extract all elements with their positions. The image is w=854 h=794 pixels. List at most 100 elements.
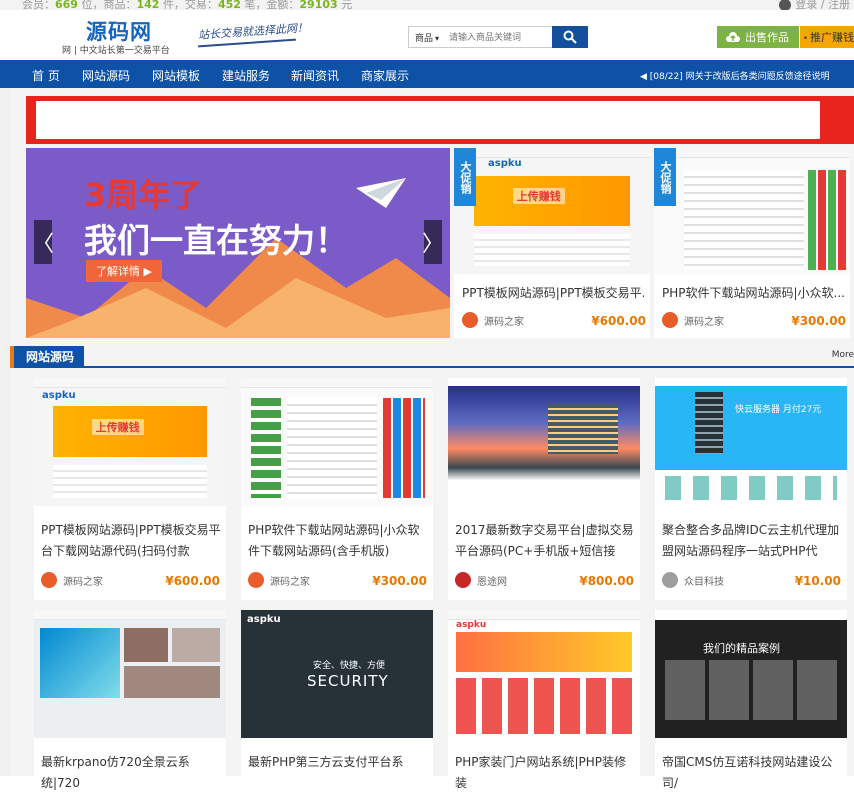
product-card[interactable]: aspku PHP家装门户网站系统|PHP装修装 <box>448 610 640 790</box>
thumb-header <box>241 378 433 388</box>
product-seller[interactable]: 源码之家 <box>248 572 310 588</box>
featured-title[interactable]: PHP软件下载站网站源码|小众软... <box>662 284 844 301</box>
thumb-aspku-logo: aspku <box>247 614 281 625</box>
nav-site-templates[interactable]: 网站模板 <box>152 67 200 84</box>
product-price: ¥10.00 <box>794 574 841 588</box>
cloud-upload-icon <box>726 32 740 42</box>
product-title[interactable]: 聚合整合多品牌IDC云主机代理加盟网站源码程序一站式PHP代 <box>662 520 842 562</box>
featured-title[interactable]: PPT模板网站源码|PPT模板交易平... <box>462 284 644 301</box>
thumb-security: SECURITY <box>307 672 389 690</box>
nav-news[interactable]: 新闻资讯 <box>291 67 339 84</box>
featured-seller[interactable]: 源码之家 <box>662 312 724 328</box>
search-input[interactable] <box>449 29 549 45</box>
thumb-header <box>448 610 640 620</box>
seller-avatar <box>248 572 264 588</box>
featured-seller[interactable]: 源码之家 <box>462 312 524 328</box>
slider-prev-arrow[interactable]: 〈 <box>32 220 54 264</box>
search-category-select[interactable]: 商品 <box>415 31 439 44</box>
product-card[interactable]: 我们的精品案例 帝国CMS仿互诺科技网站建设公司/ <box>655 610 847 790</box>
product-thumbnail: aspku 安全、快捷、方便 SECURITY <box>241 610 433 738</box>
thumb-header <box>655 610 847 620</box>
logo-subtitle: 网 | 中文站长第一交易平台 <box>62 46 170 56</box>
login-register-link[interactable]: 登录 / 注册 <box>779 0 850 10</box>
section-more-link[interactable]: More <box>832 350 854 360</box>
notice-ticker[interactable]: ◀ [08/22] 网关于改版后各类问题反馈途径说明 <box>640 69 830 82</box>
product-title[interactable]: 最新PHP第三方云支付平台系 <box>248 752 428 794</box>
thumb-pano-3 <box>172 628 220 662</box>
nav-build-services[interactable]: 建站服务 <box>222 67 270 84</box>
thumb-aspku-logo: aspku <box>488 158 522 169</box>
product-title[interactable]: PHP家装门户网站系统|PHP装修装 <box>455 752 635 794</box>
search-bar: 商品 <box>408 26 588 48</box>
featured-card[interactable]: 大促销 PHP软件下载站网站源码|小众软... 源码之家 ¥300.00 <box>654 148 850 338</box>
nav-merchants[interactable]: 商家展示 <box>361 67 409 84</box>
thumb-hero-text: 上传赚钱 <box>91 418 144 435</box>
featured-thumbnail: aspku 上传赚钱 大促销 <box>454 148 650 274</box>
speaker-icon: ◀ <box>640 72 650 82</box>
logo-text: 源码网 <box>86 19 152 44</box>
sell-work-label: 出售作品 <box>745 31 789 44</box>
nav-home[interactable]: 首 页 <box>32 67 60 84</box>
product-thumbnail <box>241 378 433 506</box>
notice-text: [08/22] 网关于改版后各类问题反馈途径说明 <box>649 72 830 82</box>
thumb-header <box>654 148 850 158</box>
product-card[interactable]: 快云服务器 月付27元 聚合整合多品牌IDC云主机代理加盟网站源码程序一站式PH… <box>655 378 847 600</box>
product-title[interactable]: 帝国CMS仿互诺科技网站建设公司/ <box>662 752 842 794</box>
seller-avatar <box>662 572 678 588</box>
product-title[interactable]: 最新krpano仿720全景云系统|720 <box>41 752 221 794</box>
thumb-security-cn: 安全、快捷、方便 <box>313 661 386 671</box>
product-price: ¥800.00 <box>579 574 634 588</box>
section-title: 网站源码 <box>10 346 85 368</box>
ad-banner[interactable] <box>26 96 854 144</box>
product-card[interactable]: 2017最新数字交易平台|虚拟交易平台源码(PC+手机版+短信接 恩途网 ¥80… <box>448 378 640 600</box>
user-icon <box>779 0 792 10</box>
featured-card[interactable]: aspku 上传赚钱 大促销 PPT模板网站源码|PPT模板交易平... 源码之… <box>454 148 650 338</box>
thumb-pano-2 <box>124 628 168 662</box>
seller-name: 源码之家 <box>270 576 310 588</box>
amount-unit: 元 <box>341 0 353 10</box>
product-thumbnail <box>448 378 640 506</box>
slider-headline-1: 3周年了 <box>84 176 203 214</box>
product-seller[interactable]: 恩途网 <box>455 572 507 588</box>
sell-work-button[interactable]: 出售作品 <box>717 26 799 48</box>
promote-earn-button[interactable]: ¥ 推广赚钱 <box>800 26 854 48</box>
thumb-hero: 上传赚钱 <box>473 175 631 227</box>
product-seller[interactable]: 众目科技 <box>662 572 724 588</box>
thumb-header <box>448 378 640 386</box>
site-stats-bar: 会员：669 位，商品：142 件，交易：452 笔，金额：29103 元 登录… <box>0 0 854 10</box>
product-card[interactable]: aspku 安全、快捷、方便 SECURITY 最新PHP第三方云支付平台系 <box>241 610 433 776</box>
ad-banner-inner <box>36 101 820 139</box>
search-icon <box>563 30 577 44</box>
search-button[interactable] <box>552 26 588 48</box>
thumb-case-title: 我们的精品案例 <box>703 642 780 655</box>
thumb-features <box>665 476 837 500</box>
goods-unit: 件，交易： <box>162 0 218 10</box>
nav-site-source[interactable]: 网站源码 <box>82 67 130 84</box>
thumb-rows <box>53 465 207 499</box>
thumb-header <box>454 148 650 158</box>
featured-thumbnail: 大促销 <box>654 148 850 274</box>
thumb-aspku-logo: aspku <box>456 620 487 630</box>
slider-cta-button[interactable]: 了解详情 ▶ <box>86 260 162 282</box>
seller-name: 源码之家 <box>684 316 724 328</box>
product-card[interactable]: 最新krpano仿720全景云系统|720 <box>34 610 226 790</box>
thumb-cases <box>665 660 837 720</box>
seller-name: 恩途网 <box>477 576 507 588</box>
product-seller[interactable]: 源码之家 <box>41 572 103 588</box>
thumb-idc-promo: 快云服务器 月付27元 <box>735 405 822 415</box>
hero-slider[interactable]: 3周年了 我们一直在努力！ 了解详情 ▶ 〈 〉 <box>26 148 450 338</box>
site-stats: 会员：669 位，商品：142 件，交易：452 笔，金额：29103 元 <box>22 0 352 10</box>
slider-next-arrow[interactable]: 〉 <box>422 220 444 264</box>
thumb-aspku-logo: aspku <box>42 390 76 401</box>
thumb-sidebar <box>251 398 281 498</box>
product-card[interactable]: aspku 上传赚钱 PPT模板网站源码|PPT模板交易平台下载网站源代码(扫码… <box>34 378 226 600</box>
product-card[interactable]: PHP软件下载站网站源码|小众软件下载网站源码(含手机版) 源码之家 ¥300.… <box>241 378 433 600</box>
members-unit: 位，商品： <box>81 0 137 10</box>
product-title[interactable]: PHP软件下载站网站源码|小众软件下载网站源码(含手机版) <box>248 520 428 562</box>
product-title[interactable]: 2017最新数字交易平台|虚拟交易平台源码(PC+手机版+短信接 <box>455 520 635 562</box>
product-price: ¥300.00 <box>372 574 427 588</box>
featured-price: ¥300.00 <box>791 314 846 328</box>
product-title[interactable]: PPT模板网站源码|PPT模板交易平台下载网站源代码(扫码付款 <box>41 520 221 562</box>
site-logo[interactable]: 源码网 网 | 中文站长第一交易平台 <box>62 16 172 60</box>
money-bag-icon: ¥ <box>804 35 807 39</box>
